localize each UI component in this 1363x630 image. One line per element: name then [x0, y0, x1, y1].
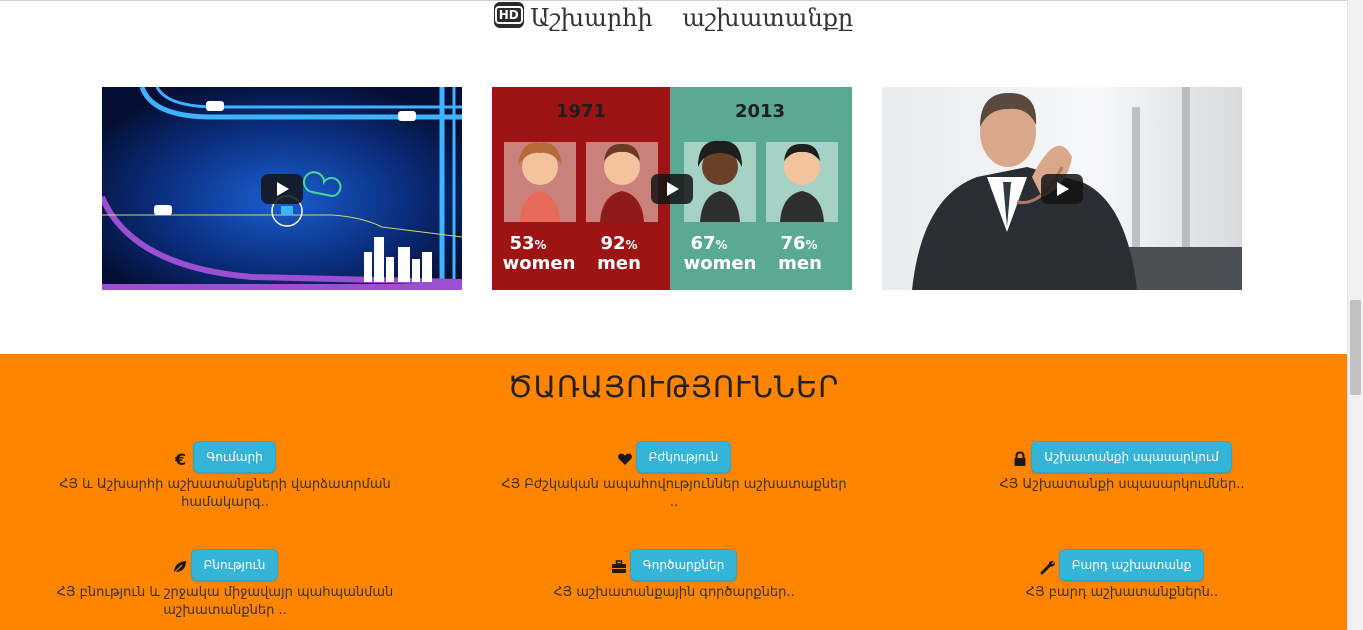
play-button[interactable] — [261, 174, 303, 204]
svg-text:2013: 2013 — [735, 101, 785, 122]
feature-item: € Գումարի ՀՅ և Աշխարհի աշխատանքների վարձ… — [0, 440, 450, 512]
video-thumbnail-city-animation[interactable] — [102, 87, 462, 290]
play-button[interactable] — [651, 174, 693, 204]
top-border — [0, 0, 1347, 1]
video-section-title: Աշխարհի աշխատանքը — [530, 4, 854, 32]
scrollbar-thumb[interactable] — [1350, 300, 1361, 395]
svg-text:1971: 1971 — [556, 101, 606, 122]
feature-item: Բժկություն ՀՅ Բժշկական ապահովություններ … — [449, 440, 899, 512]
feature-item: Աշխատանքի սպասարկում ՀՅ Աշխատանքի սպասար… — [897, 440, 1347, 494]
video-thumbnail-businessman[interactable] — [882, 87, 1242, 290]
svg-text:men: men — [597, 253, 641, 274]
vertical-scrollbar[interactable] — [1347, 0, 1363, 630]
feature-item: Բնություն ՀՅ բնություն և շրջակա միջավայր… — [0, 548, 450, 620]
play-button[interactable] — [1041, 174, 1083, 204]
features-section: ԾԱՌԱՅՈՒԹՅՈՒՆՆԵՐ € Գումարի ՀՅ և Աշխարհի ա… — [0, 354, 1347, 630]
wrench-icon — [1040, 554, 1056, 575]
briefcase-icon — [611, 554, 627, 573]
feature-description: ՀՅ աշխատանքային գործարքներ.. — [553, 585, 795, 600]
leaf-icon — [172, 554, 188, 574]
svg-text:women: women — [684, 253, 757, 274]
svg-text:€: € — [174, 451, 186, 467]
feature-description: ՀՅ Աշխատանքի սպասարկումներ.. — [999, 477, 1245, 492]
lock-icon — [1012, 446, 1028, 466]
feature-description: ՀՅ բնություն և շրջակա միջավայր պահպանման… — [56, 585, 394, 618]
feature-description: ՀՅ բարդ աշխատանքներն.. — [1025, 585, 1219, 600]
svg-text:women: women — [503, 253, 576, 274]
feature-description: ՀՅ և Աշխարհի աշխատանքների վարձատրման համ… — [59, 477, 391, 510]
feature-button-nature[interactable]: Բնություն — [190, 548, 279, 581]
heart-icon — [617, 446, 633, 465]
feature-button-medicine[interactable]: Բժկություն — [635, 440, 732, 473]
feature-item: Գործարքներ ՀՅ աշխատանքային գործարքներ.. — [449, 548, 899, 602]
feature-button-hard-work[interactable]: Բարդ աշխատանք — [1058, 548, 1205, 581]
feature-description: ՀՅ Բժշկական ապահովություններ աշխատաքներ … — [501, 477, 847, 510]
feature-item: Բարդ աշխատանք ՀՅ բարդ աշխատանքներն.. — [897, 548, 1347, 602]
hd-icon: HD — [493, 2, 524, 28]
feature-button-job-service[interactable]: Աշխատանքի սպասարկում — [1031, 440, 1232, 473]
euro-icon: € — [174, 446, 190, 469]
svg-text:men: men — [778, 253, 822, 274]
feature-button-money[interactable]: Գումարի — [193, 440, 276, 473]
feature-button-deals[interactable]: Գործարքներ — [629, 548, 738, 581]
video-section-header: HD Աշխարհի աշխատանքը — [0, 2, 1347, 44]
video-thumbnail-employment-stats[interactable]: 1971 2013 53% women 92% men 67% women 76… — [492, 87, 852, 290]
features-title: ԾԱՌԱՅՈՒԹՅՈՒՆՆԵՐ — [507, 370, 840, 404]
